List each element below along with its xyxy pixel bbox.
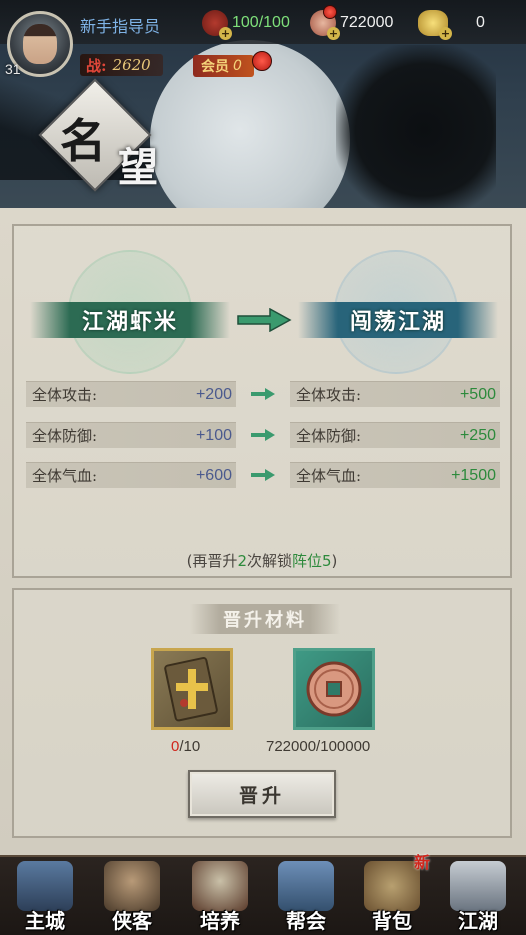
power-label: 战:: [86, 56, 107, 75]
page-title-part1: 名: [60, 114, 106, 168]
rank-upgrade-panel: 江湖虾米 闯荡江湖 全体攻击: +200 全体攻击: +500 全体防御: +1…: [12, 224, 512, 578]
gold-value: 0: [476, 14, 485, 31]
stat-attack-next: 全体攻击: +500: [290, 381, 500, 407]
main-panel: 江湖虾米 闯荡江湖 全体攻击: +200 全体攻击: +500 全体防御: +1…: [0, 208, 526, 855]
nav-label: 主城: [25, 909, 65, 933]
stat-value-next: +500: [459, 385, 496, 403]
stat-label: 全体气血:: [296, 467, 362, 485]
stat-defense-current: 全体防御: +100: [26, 422, 236, 448]
stat-label: 全体防御:: [296, 427, 362, 445]
stamina-bag-icon: +: [202, 10, 232, 40]
nav-label: 帮会: [286, 909, 326, 933]
vip-notification-dot: [252, 51, 272, 71]
nav-label: 背包: [372, 909, 412, 933]
next-rank-label: 闯荡江湖: [298, 302, 498, 338]
player-level: 31: [5, 61, 21, 77]
nav-label: 培养: [200, 909, 240, 933]
copper-value: 722000: [340, 14, 394, 31]
current-rank-label: 江湖虾米: [30, 302, 230, 338]
nav-label: 侠客: [112, 909, 152, 933]
stat-value-next: +1500: [451, 466, 496, 484]
small-arrow-icon: [251, 429, 275, 441]
token-need: /10: [179, 738, 201, 755]
token-icon: [164, 657, 218, 722]
add-stamina-icon[interactable]: +: [219, 27, 232, 40]
materials-panel: 晋升材料 0/10 722000/100000 晋升: [12, 588, 512, 838]
nav-training[interactable]: 培养: [180, 857, 260, 935]
stat-hp-next: 全体气血: +1500: [290, 462, 500, 488]
add-gold-icon[interactable]: +: [439, 27, 452, 40]
materials-title: 晋升材料: [190, 604, 340, 634]
unlock-prefix: (再晋升: [186, 552, 238, 570]
unlock-suffix: ): [331, 552, 338, 570]
gold-resource[interactable]: + 0: [418, 8, 485, 40]
add-copper-icon[interactable]: +: [327, 27, 340, 40]
power-value: 2620: [112, 56, 151, 74]
page-title-part2: 望: [118, 144, 158, 191]
upgrade-arrow-icon: [237, 308, 292, 332]
copper-coin-item[interactable]: [293, 648, 375, 730]
stat-label: 全体攻击:: [32, 386, 98, 404]
stat-defense-next: 全体防御: +250: [290, 422, 500, 448]
unlock-hint: (再晋升2次解锁阵位5): [14, 550, 510, 571]
vip-value: 0: [233, 58, 242, 74]
nav-main-city[interactable]: 主城: [5, 857, 85, 935]
header-banner: 31 新手指导员 + 100/100 + 722000 + 0 战: 2620 …: [0, 0, 526, 210]
coin-count: 722000/100000: [266, 738, 371, 755]
stat-hp-current: 全体气血: +600: [26, 462, 236, 488]
nav-jianghu[interactable]: 江湖: [438, 857, 518, 935]
copper-coin-icon: [306, 661, 362, 717]
swordsman-silhouette: [336, 45, 496, 210]
player-name: 新手指导员: [80, 17, 161, 36]
stat-value-next: +250: [459, 426, 496, 444]
combat-power: 战: 2620: [80, 54, 163, 76]
small-arrow-icon: [251, 469, 275, 481]
nav-guild[interactable]: 帮会: [266, 857, 346, 935]
stamina-resource[interactable]: + 100/100: [202, 8, 290, 40]
copper-notification-dot: [323, 5, 337, 19]
promotion-token-item[interactable]: [151, 648, 233, 730]
unlock-count: 2: [237, 552, 247, 570]
nav-heroes[interactable]: 侠客: [92, 857, 172, 935]
nav-label: 江湖: [458, 909, 498, 933]
scroll-icon: [450, 861, 506, 911]
new-badge: 新: [414, 853, 431, 872]
stat-value-current: +100: [195, 426, 232, 444]
unlock-target: 阵位5: [292, 552, 332, 570]
pagoda-icon: [17, 861, 73, 911]
stat-label: 全体气血:: [32, 467, 98, 485]
swordsman-icon: [104, 861, 160, 911]
stat-label: 全体攻击:: [296, 386, 362, 404]
mask-icon: [192, 861, 248, 911]
bottom-nav: 主城 侠客 培养 帮会 背包 新 江湖: [0, 853, 526, 935]
promote-button[interactable]: 晋升: [188, 770, 336, 818]
vip-label: 会员: [201, 59, 229, 75]
bag-icon: [364, 861, 420, 911]
guild-banner-icon: [278, 861, 334, 911]
small-arrow-icon: [251, 388, 275, 400]
stamina-value: 100/100: [232, 14, 290, 31]
gold-ingot-icon: +: [418, 10, 452, 40]
token-count: 0/10: [171, 738, 200, 755]
stat-value-current: +200: [195, 385, 232, 403]
stat-label: 全体防御:: [32, 427, 98, 445]
stat-value-current: +600: [195, 466, 232, 484]
stat-attack-current: 全体攻击: +200: [26, 381, 236, 407]
vip-badge[interactable]: 会员 0: [193, 55, 254, 77]
unlock-mid: 次解锁: [246, 552, 292, 570]
